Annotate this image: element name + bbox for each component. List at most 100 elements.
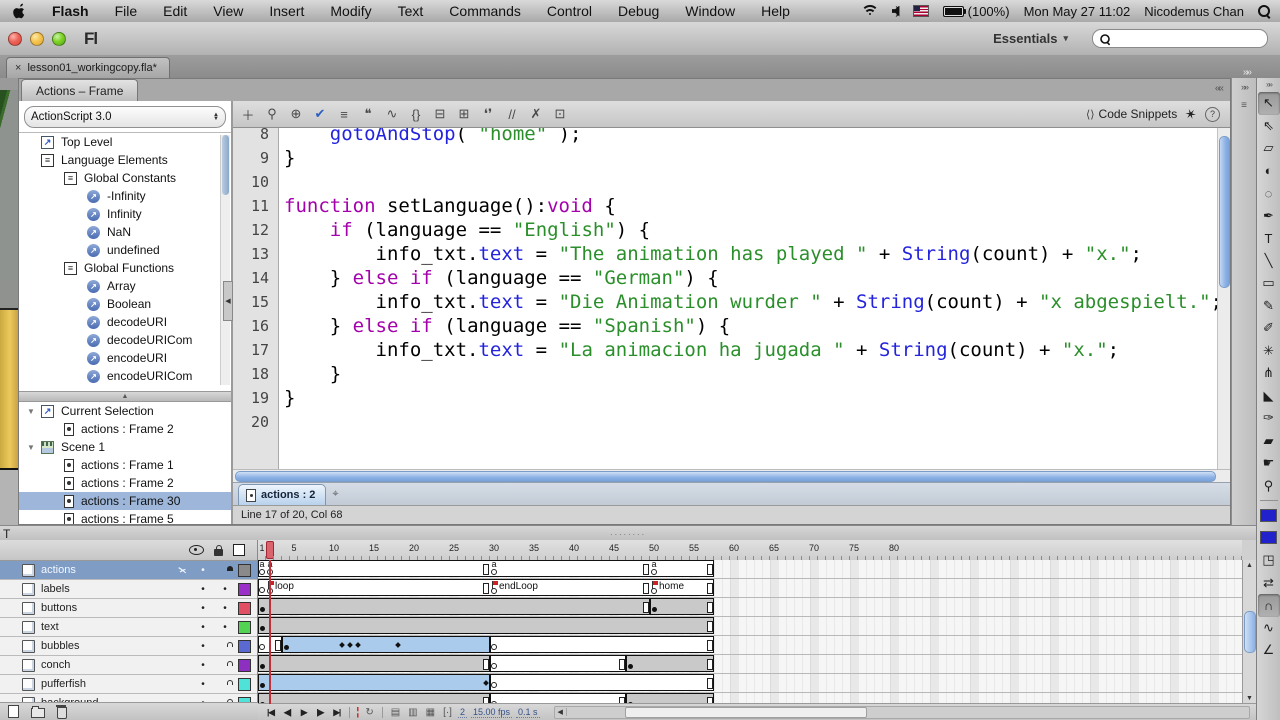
minimize-window-button[interactable] [30, 31, 44, 46]
straighten-button[interactable]: ∠ [1258, 639, 1280, 662]
tree-scrollbar-thumb[interactable] [222, 135, 229, 195]
tree-item-nan[interactable]: ↗ NaN [19, 223, 231, 241]
insert-target-path-icon[interactable]: ⊕ [285, 104, 307, 124]
menu-clock[interactable]: Mon May 27 11:02 [1024, 4, 1131, 19]
tree-item-global-constants[interactable]: ≡ Global Constants [19, 169, 231, 187]
frame-mark-end[interactable] [618, 655, 626, 672]
add-script-icon[interactable]: ＋ [237, 104, 259, 124]
layer-visibility-dot[interactable]: • [192, 641, 214, 652]
selection-tool[interactable]: ↖ [1257, 92, 1280, 115]
modify-markers-button[interactable]: [·] [441, 707, 454, 718]
last-frame-button[interactable]: ▶| [330, 707, 343, 718]
snap-to-objects-button[interactable]: ∩ [1257, 594, 1280, 617]
step-forward-button[interactable]: |▶ [313, 707, 326, 718]
frames-row-buttons[interactable] [258, 598, 1242, 617]
frame-mark-a[interactable]: a [258, 560, 266, 577]
menu-item-debug[interactable]: Debug [605, 3, 672, 19]
frame-rows[interactable]: aaaaloopendLoophome [258, 560, 1242, 704]
frame-mark-hollow[interactable] [258, 579, 266, 596]
frame-mark-end[interactable] [706, 674, 714, 691]
stroke-color-swatch-color[interactable] [1260, 508, 1277, 522]
frame-mark-key[interactable] [258, 598, 266, 615]
tree-item-array[interactable]: ↗ Array [19, 277, 231, 295]
user-menu[interactable]: Nicodemus Chan [1144, 4, 1244, 19]
tree-item-encodeuricom[interactable]: ↗ encodeURICom [19, 367, 231, 385]
layer-outline-color[interactable] [238, 620, 251, 634]
tree-item-undefined[interactable]: ↗ undefined [19, 241, 231, 259]
lasso-tool[interactable]: ◌ [1258, 182, 1280, 205]
workspace-switcher[interactable]: Essentials ▾ [983, 29, 1078, 48]
play-button[interactable]: ▶ [298, 707, 310, 718]
frame-mark-key[interactable] [282, 636, 290, 653]
loop-playback-button[interactable]: ↻ [363, 707, 375, 718]
debug-options-icon[interactable]: ∿ [381, 104, 403, 124]
actions-panel-tab[interactable]: Actions – Frame [21, 79, 139, 101]
code-snippets-button[interactable]: ⟨⟩ Code Snippets [1086, 107, 1177, 121]
line-comment-icon[interactable]: // [501, 104, 523, 124]
close-window-button[interactable] [8, 31, 22, 46]
layer-visibility-dot[interactable]: • [192, 565, 214, 576]
frame-mark-dia[interactable] [346, 636, 354, 653]
frame-span[interactable] [626, 655, 714, 672]
volume-icon[interactable] [891, 5, 900, 17]
battery-indicator[interactable]: (100%) [942, 4, 1010, 19]
layer-row-conch[interactable]: conch • [0, 656, 257, 675]
tree-item-actions-frame-30[interactable]: actions : Frame 30 [19, 492, 231, 510]
layer-outline-color[interactable] [238, 677, 251, 691]
dock-collapse-icon[interactable]: »» [1241, 82, 1249, 92]
layer-lock-toggle[interactable]: • [214, 603, 236, 614]
tree-item-actions-frame-5[interactable]: actions : Frame 5 [19, 510, 231, 524]
tree-item-scene-1[interactable]: ▼ Scene 1 [19, 438, 231, 456]
elapsed-time-indicator[interactable]: 0.1 s [516, 707, 540, 718]
remove-comment-icon[interactable]: ✗ [525, 104, 547, 124]
frame-mark-end[interactable] [706, 655, 714, 672]
frame-label-endLoop[interactable]: endLoop [490, 579, 538, 596]
stroke-color-swatch[interactable] [1258, 504, 1280, 527]
code-horizontal-scrollbar[interactable] [233, 469, 1230, 482]
layer-outline-color[interactable] [238, 601, 251, 615]
tree-item-decodeuricom[interactable]: ↗ decodeURICom [19, 331, 231, 349]
show-code-hint-icon[interactable]: ❝ [357, 104, 379, 124]
pane-collapse-button[interactable]: ◀ [223, 281, 233, 321]
show-hide-all-layers-icon[interactable] [189, 545, 204, 555]
menu-item-modify[interactable]: Modify [317, 3, 384, 19]
layer-lock-toggle[interactable]: • [214, 584, 236, 595]
menu-item-text[interactable]: Text [385, 3, 437, 19]
3d-rotation-tool[interactable]: ◐ [1258, 160, 1280, 183]
center-playhead-button[interactable]: ¦ [356, 706, 359, 718]
layer-row-actions[interactable]: actions ✗ • [0, 561, 257, 580]
frame-mark-key[interactable] [650, 598, 658, 615]
actionscript-reference-tree[interactable]: ↗ Top Level ≡ Language Elements ≡ Global Cons… [19, 132, 231, 391]
help-icon[interactable]: ? [1205, 106, 1220, 122]
frame-mark-end[interactable] [642, 598, 650, 615]
frame-span[interactable] [258, 598, 650, 615]
input-language-flag-icon[interactable] [912, 5, 929, 17]
tab-overflow-icon[interactable]: »» [1243, 67, 1280, 78]
frame-mark-hollow[interactable] [490, 674, 498, 691]
block-comment-icon[interactable]: ❛❜ [477, 104, 499, 124]
zoom-window-button[interactable] [52, 31, 66, 46]
eraser-tool[interactable]: ▰ [1258, 430, 1280, 453]
document-tab[interactable]: × lesson01_workingcopy.fla* [6, 57, 170, 78]
edit-multiple-frames-button[interactable]: ▦ [424, 707, 437, 718]
script-navigator-tree[interactable]: ▼ ↗ Current Selection actions : Frame 2 ▼ Sce… [19, 402, 231, 524]
frame-mark-hollow[interactable] [490, 655, 498, 672]
layer-visibility-dot[interactable]: • [192, 660, 214, 671]
apple-menu[interactable] [0, 3, 39, 19]
layer-visibility-dot[interactable]: • [192, 584, 214, 595]
tree-item--infinity[interactable]: ↗ -Infinity [19, 187, 231, 205]
menu-item-commands[interactable]: Commands [436, 3, 534, 19]
menu-item-window[interactable]: Window [672, 3, 748, 19]
frame-span[interactable] [490, 674, 714, 691]
frame-mark-end[interactable] [482, 655, 490, 672]
layer-visibility-dot[interactable]: • [192, 603, 214, 614]
layer-outline-color[interactable] [238, 658, 251, 672]
frame-mark-end[interactable] [706, 598, 714, 615]
tree-scrollbar[interactable] [220, 135, 230, 385]
actionscript-version-select[interactable]: ActionScript 3.0 ▲ ▼ [24, 106, 226, 128]
layer-row-buttons[interactable]: buttons • • [0, 599, 257, 618]
zoom-tool[interactable]: ⚲ [1258, 475, 1280, 498]
disclosure-triangle-icon[interactable]: ▼ [27, 407, 35, 416]
frame-span[interactable] [258, 617, 714, 634]
code-hscroll-thumb[interactable] [235, 471, 1216, 482]
